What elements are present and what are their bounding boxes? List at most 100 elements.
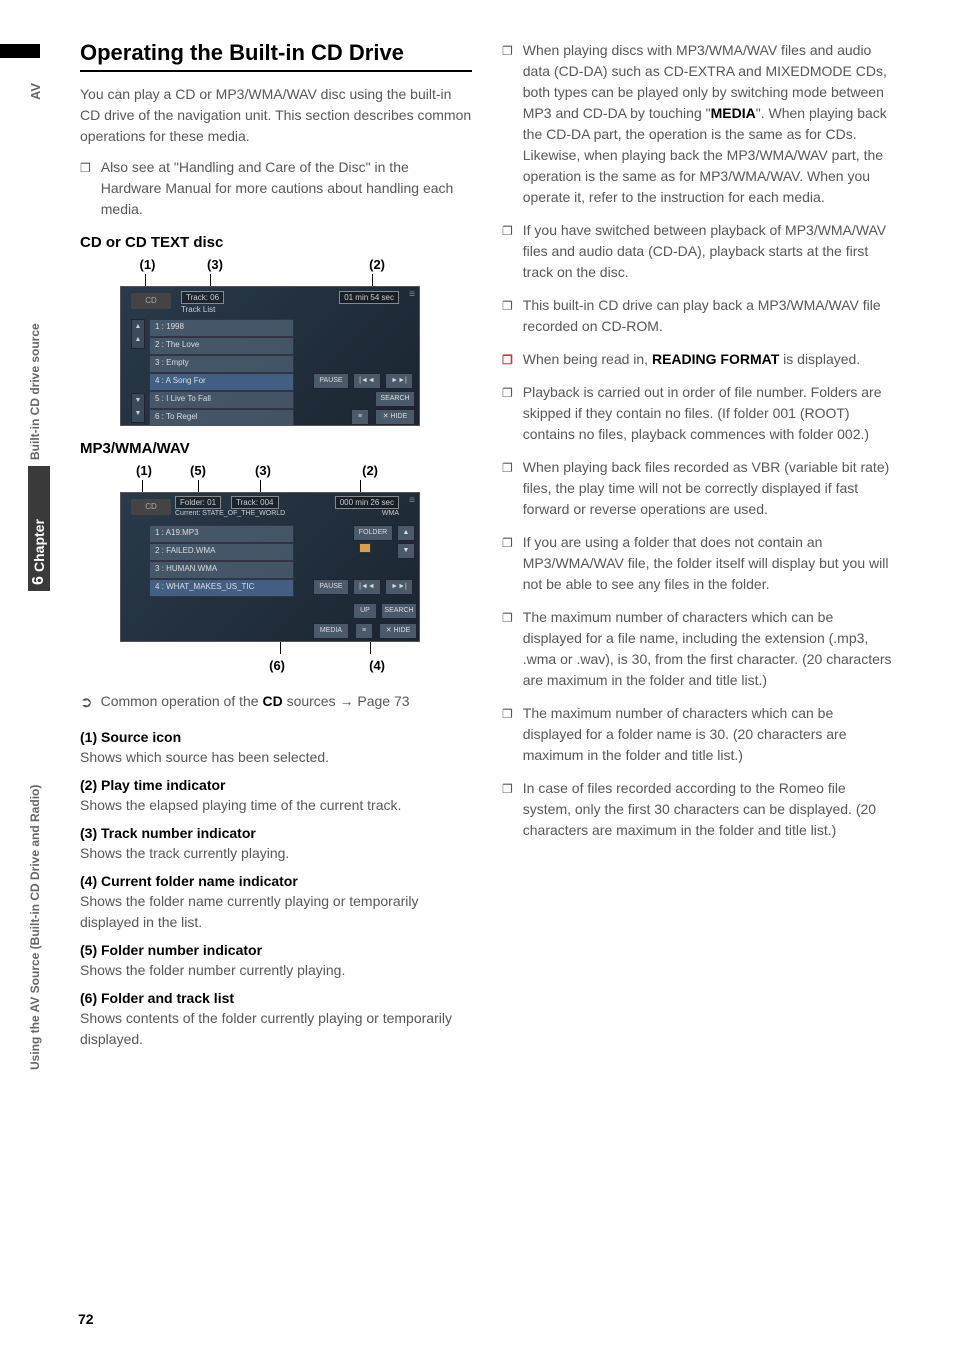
fig2-label-5: (5): [168, 463, 228, 478]
tick-line: [198, 480, 199, 492]
folder-up-button[interactable]: ▲: [397, 525, 415, 541]
hide-button[interactable]: ✕ HIDE: [379, 623, 417, 639]
heading-mp3: MP3/WMA/WAV: [80, 440, 472, 457]
time-indicator: 01 min 54 sec: [339, 291, 399, 304]
square-bullet-icon: ❐: [502, 459, 513, 520]
note-item: ❐If you have switched between playback o…: [502, 220, 894, 283]
tick-line: [145, 274, 146, 286]
description-block: (6) Folder and track listShows contents …: [80, 990, 472, 1049]
cd-source-icon: CD: [131, 293, 171, 309]
square-bullet-icon: ❐: [502, 42, 513, 208]
description-text: Shows the folder number currently playin…: [80, 960, 472, 980]
prev-button[interactable]: |◄◄: [353, 373, 381, 389]
fig1-label-3: (3): [175, 257, 255, 272]
page-number: 72: [78, 1311, 94, 1327]
description-block: (5) Folder number indicator Shows the fol…: [80, 942, 472, 980]
description-title: (2) Play time indicator: [80, 777, 472, 793]
side-tab-builtin: Built-in CD drive source: [28, 300, 42, 460]
chapter-label: Chapter: [31, 519, 47, 572]
square-bullet-icon: ❐: [502, 351, 513, 370]
description-text: Shows the track currently playing.: [80, 843, 472, 863]
header-black-bar: [0, 44, 40, 58]
track-indicator: Track: 004: [231, 496, 279, 509]
tick-line: [210, 274, 211, 286]
fig1-label-1: (1): [120, 257, 175, 272]
note-text: If you are using a folder that does not …: [523, 532, 894, 595]
right-column: ❐When playing discs with MP3/WMA/WAV fil…: [502, 40, 894, 1059]
side-tabs: AV Built-in CD drive source 6 Chapter Us…: [28, 60, 50, 1060]
menu-lines-icon: ≡: [409, 289, 415, 300]
note-item: ❐When being read in, READING FORMAT is d…: [502, 349, 894, 370]
note-item: ❐Playback is carried out in order of fil…: [502, 382, 894, 445]
note-text: When playing back files recorded as VBR …: [523, 457, 894, 520]
heading-cd-text: CD or CD TEXT disc: [80, 234, 472, 251]
square-bullet-icon: ❐: [502, 384, 513, 445]
description-block: (4) Current folder name indicatorShows t…: [80, 873, 472, 932]
description-text: Shows which source has been selected.: [80, 747, 472, 767]
list-item[interactable]: 3 : Empty: [149, 355, 294, 373]
list-item[interactable]: 6 : To Regel: [149, 409, 294, 426]
wma-label: WMA: [382, 510, 399, 517]
also-see-text: Also see at "Handling and Care of the Di…: [101, 157, 472, 220]
side-tab-using: Using the AV Source (Built-in CD Drive a…: [28, 610, 42, 1070]
tick-line: [280, 642, 281, 654]
tick-line: [142, 480, 143, 492]
description-block: (3) Track number indicatorShows the trac…: [80, 825, 472, 863]
fig2-label-4: (4): [295, 658, 385, 673]
list-item[interactable]: 1 : 1998: [149, 319, 294, 337]
track-indicator: Track: 06: [181, 291, 224, 304]
figure-mp3: (1) (5) (3) (2) CD Folder: 01 Track: 004…: [120, 463, 420, 673]
description-title: (5) Folder number indicator: [80, 942, 472, 958]
cd-source-icon: CD: [131, 499, 171, 515]
pause-button[interactable]: PAUSE: [313, 373, 349, 389]
search-button[interactable]: SEARCH: [381, 603, 417, 619]
up-arrows-icon[interactable]: ▲▲: [131, 319, 145, 349]
folder-label-button: FOLDER: [353, 525, 393, 541]
description-title: (1) Source icon: [80, 729, 472, 745]
list-item[interactable]: 4 : A Song For: [149, 373, 294, 391]
fig2-label-1: (1): [120, 463, 168, 478]
list-item[interactable]: 1 : A19.MP3: [149, 525, 294, 543]
list-button[interactable]: ≡: [351, 409, 369, 425]
folder-down-button[interactable]: ▼: [397, 543, 415, 559]
prev-button[interactable]: |◄◄: [353, 579, 381, 595]
list-item[interactable]: 2 : FAILED.WMA: [149, 543, 294, 561]
common-operation-ref: ➲ Common operation of the CD sources → P…: [80, 691, 472, 715]
down-arrows-icon[interactable]: ▼▼: [131, 393, 145, 423]
ref-arrow-icon: ➲: [80, 692, 93, 715]
up-button[interactable]: UP: [353, 603, 377, 619]
note-item: ❐The maximum number of characters which …: [502, 607, 894, 691]
list-item[interactable]: 5 : I Live To Fall: [149, 391, 294, 409]
note-text: The maximum number of characters which c…: [523, 607, 894, 691]
note-item: ❐The maximum number of characters which …: [502, 703, 894, 766]
square-bullet-icon: ❐: [502, 705, 513, 766]
screenshot-mp3: CD Folder: 01 Track: 004 000 min 26 sec …: [120, 492, 420, 642]
square-bullet-icon: ❐: [502, 780, 513, 841]
list-item[interactable]: 2 : The Love: [149, 337, 294, 355]
description-block: (1) Source icon Shows which source has be…: [80, 729, 472, 767]
square-bullet-icon: ❐: [502, 297, 513, 337]
note-item: ❐This built-in CD drive can play back a …: [502, 295, 894, 337]
tick-line: [372, 274, 373, 286]
pause-button[interactable]: PAUSE: [313, 579, 349, 595]
note-text: When playing discs with MP3/WMA/WAV file…: [523, 40, 894, 208]
side-tab-chapter: 6 Chapter: [28, 466, 50, 591]
right-bullet-list: ❐When playing discs with MP3/WMA/WAV fil…: [502, 40, 894, 841]
list-item[interactable]: 3 : HUMAN.WMA: [149, 561, 294, 579]
also-see-note: ❐ Also see at "Handling and Care of the …: [80, 157, 472, 220]
intro-text: You can play a CD or MP3/WMA/WAV disc us…: [80, 84, 472, 147]
figure-cd: (1) (3) (2) CD Track: 06 Track List 01 m…: [120, 257, 420, 426]
square-bullet-icon: ❐: [502, 534, 513, 595]
note-text: The maximum number of characters which c…: [523, 703, 894, 766]
fig2-label-6: (6): [120, 658, 295, 673]
side-tab-av: AV: [28, 60, 43, 100]
next-button[interactable]: ►►|: [385, 579, 413, 595]
search-button[interactable]: SEARCH: [375, 391, 415, 407]
fig2-label-2: (2): [298, 463, 408, 478]
next-button[interactable]: ►►|: [385, 373, 413, 389]
hide-button[interactable]: ✕ HIDE: [375, 409, 415, 425]
tick-line: [360, 480, 361, 492]
list-item[interactable]: 4 : WHAT_MAKES_US_TIC: [149, 579, 294, 597]
media-button[interactable]: MEDIA: [313, 623, 349, 639]
list-button[interactable]: ≡: [355, 623, 373, 639]
